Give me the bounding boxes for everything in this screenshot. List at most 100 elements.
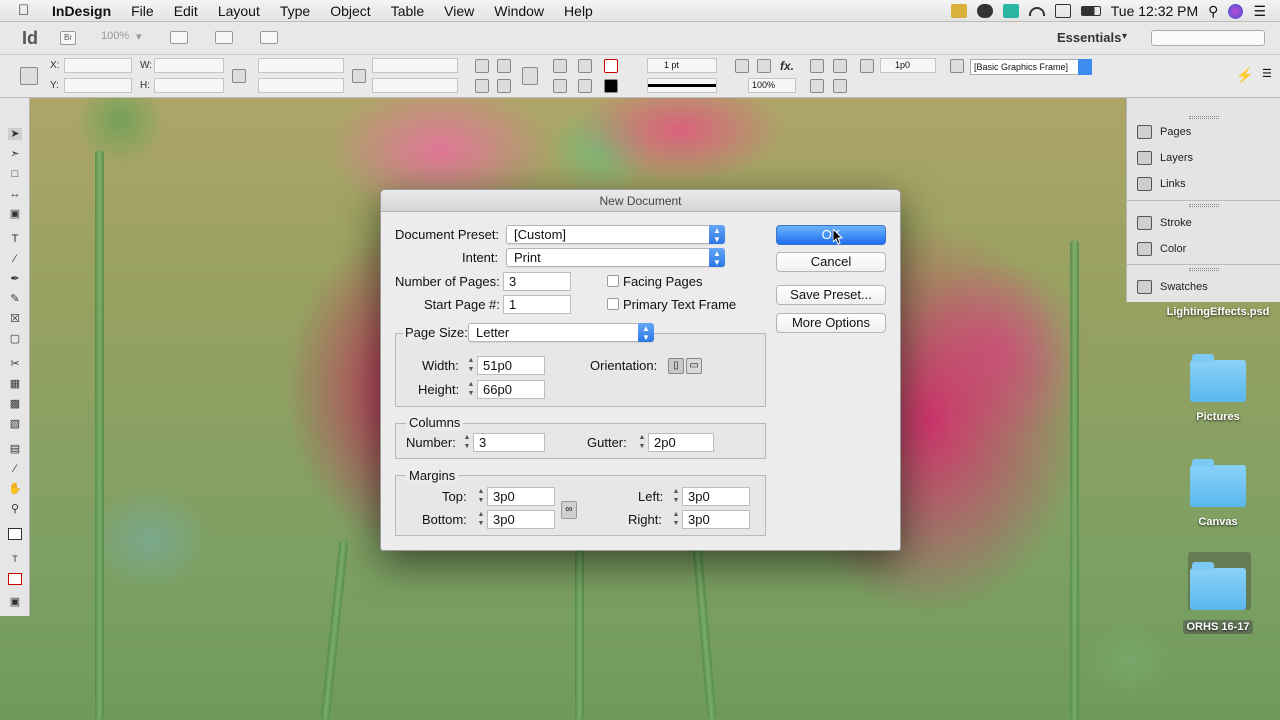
object-style-dropdown[interactable]: [Basic Graphics Frame] (970, 59, 1092, 75)
formatting-affects-icon[interactable]: T (8, 553, 22, 565)
width-stepper-icon[interactable]: ▲ ▼ (466, 356, 476, 375)
wifi-icon[interactable] (1028, 6, 1045, 16)
stroke-weight-field[interactable]: 1 pt (647, 58, 717, 73)
gutter-stepper-icon[interactable]: ▲ ▼ (637, 433, 647, 452)
pen-tool-icon[interactable]: ✒ (8, 273, 22, 285)
constrain-proportions-icon[interactable] (232, 69, 246, 83)
menu-table[interactable]: Table (391, 3, 424, 19)
left-margin-stepper-icon[interactable]: ▲ ▼ (671, 487, 681, 506)
reference-point-icon[interactable] (20, 67, 38, 85)
height-field[interactable]: 66p0 (477, 380, 545, 399)
eyedropper-tool-icon[interactable]: ⁄ (8, 463, 22, 475)
flip-horizontal-icon[interactable] (475, 79, 489, 93)
rotate-90-ccw-icon[interactable] (497, 59, 511, 73)
make-margins-same-icon[interactable]: ∞ (561, 501, 577, 519)
path-type-icon[interactable] (522, 67, 538, 85)
search-icon[interactable]: ⚲ (1208, 3, 1218, 20)
panel-grip[interactable] (1189, 268, 1219, 271)
zoom-level[interactable]: 100% (101, 30, 129, 42)
direct-selection-tool-icon[interactable]: ➣ (8, 148, 22, 160)
panel-color[interactable]: Color (1137, 242, 1186, 256)
rotation-field[interactable] (372, 58, 458, 73)
align-center-icon[interactable] (833, 79, 847, 93)
note-tool-icon[interactable]: ▤ (8, 443, 22, 455)
panel-pages[interactable]: Pages (1137, 125, 1191, 139)
landscape-orientation-icon[interactable]: ▭ (686, 358, 702, 374)
menu-object[interactable]: Object (330, 3, 370, 19)
facing-pages-checkbox[interactable] (607, 275, 619, 287)
document-preset-select[interactable]: [Custom] ▲ ▼ (506, 225, 725, 244)
rectangle-frame-tool-icon[interactable]: ☒ (8, 313, 22, 325)
opacity-icon[interactable] (757, 59, 771, 73)
height-stepper-icon[interactable]: ▲ ▼ (466, 380, 476, 399)
menu-edit[interactable]: Edit (174, 3, 198, 19)
panel-layers[interactable]: Layers (1137, 151, 1193, 165)
drop-shadow-icon[interactable] (735, 59, 749, 73)
desktop-file-lightingeffects[interactable]: LightingEffects.psd (1163, 306, 1273, 318)
bottom-margin-stepper-icon[interactable]: ▲ ▼ (476, 510, 486, 529)
page-tool-icon[interactable]: □ (8, 168, 22, 180)
desktop-folder-canvas[interactable]: Canvas (1163, 459, 1273, 528)
select-container-icon[interactable] (553, 59, 567, 73)
bridge-button[interactable]: Br (60, 31, 76, 45)
intent-select[interactable]: Print ▲ ▼ (506, 248, 725, 267)
scissors-tool-icon[interactable]: ✂ (8, 358, 22, 370)
menu-file[interactable]: File (131, 3, 154, 19)
shear-field[interactable] (372, 78, 458, 93)
workspace-chevron-icon[interactable]: ▾ (1122, 31, 1127, 42)
line-tool-icon[interactable]: ∕ (8, 253, 22, 265)
number-of-pages-field[interactable]: 3 (503, 272, 571, 291)
start-page-field[interactable]: 1 (503, 295, 571, 314)
hand-tool-icon[interactable]: ✋ (8, 483, 22, 495)
fx-icon[interactable]: fx. (780, 59, 794, 73)
select-content-icon[interactable] (553, 79, 567, 93)
help-search-input[interactable] (1151, 30, 1265, 46)
primary-text-frame-label[interactable]: Primary Text Frame (623, 297, 736, 312)
type-tool-icon[interactable]: T (8, 233, 22, 245)
sync-icon[interactable] (1002, 4, 1019, 18)
screen-mode-tool-icon[interactable]: ▣ (8, 596, 22, 608)
fill-swatch-icon[interactable] (604, 59, 618, 73)
panel-swatches[interactable]: Swatches (1137, 280, 1208, 294)
apply-none-icon[interactable] (8, 573, 22, 585)
apple-icon[interactable]:  (18, 2, 34, 19)
lightning-icon[interactable]: ⚡ (1236, 67, 1253, 83)
menu-help[interactable]: Help (564, 3, 593, 19)
rotate-90-cw-icon[interactable] (475, 59, 489, 73)
airplay-icon[interactable] (1054, 4, 1071, 18)
text-wrap-alt-icon[interactable] (833, 59, 847, 73)
object-style-icon[interactable] (950, 59, 964, 73)
opacity-field[interactable]: 100% (748, 78, 796, 93)
w-field[interactable] (154, 58, 224, 73)
y-field[interactable] (64, 78, 132, 93)
menu-layout[interactable]: Layout (218, 3, 260, 19)
clock[interactable]: Tue 12:32 PM (1111, 3, 1198, 19)
x-field[interactable] (64, 58, 132, 73)
select-previous-icon[interactable] (578, 59, 592, 73)
rectangle-tool-icon[interactable]: ▢ (8, 333, 22, 345)
select-next-icon[interactable] (578, 79, 592, 93)
pencil-tool-icon[interactable]: ✎ (8, 293, 22, 305)
primary-text-frame-checkbox[interactable] (607, 298, 619, 310)
scale-y-field[interactable] (258, 78, 344, 93)
creative-cloud-icon[interactable] (976, 4, 993, 18)
top-margin-stepper-icon[interactable]: ▲ ▼ (476, 487, 486, 506)
free-transform-tool-icon[interactable]: ▦ (8, 378, 22, 390)
portrait-orientation-icon[interactable]: ▯ (668, 358, 684, 374)
zoom-dropdown-icon[interactable]: ▾ (136, 30, 142, 43)
scale-x-field[interactable] (258, 58, 344, 73)
top-margin-field[interactable]: 3p0 (487, 487, 555, 506)
width-field[interactable]: 51p0 (477, 356, 545, 375)
columns-number-field[interactable]: 3 (473, 433, 545, 452)
desktop-folder-orhs[interactable]: ORHS 16-17 (1163, 562, 1273, 634)
cancel-button[interactable]: Cancel (776, 252, 886, 272)
h-field[interactable] (154, 78, 224, 93)
panel-grip[interactable] (1189, 204, 1219, 207)
screen-mode-icon[interactable] (215, 31, 233, 44)
gap-tool-icon[interactable]: ↔ (8, 188, 22, 200)
view-options-icon[interactable] (170, 31, 188, 44)
gradient-tool-icon[interactable]: ▩ (8, 398, 22, 410)
flip-vertical-icon[interactable] (497, 79, 511, 93)
text-wrap-icon[interactable] (810, 59, 824, 73)
ok-button[interactable]: OK (776, 225, 886, 245)
